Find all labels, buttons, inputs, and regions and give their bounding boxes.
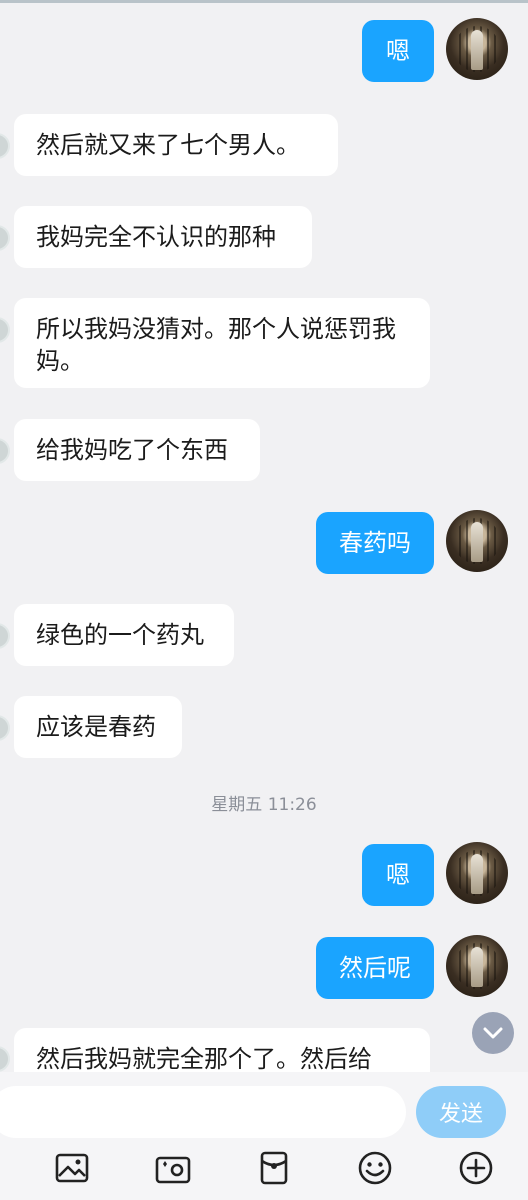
red-packet-icon[interactable] <box>256 1150 292 1186</box>
contact-avatar[interactable] <box>0 225 10 251</box>
message-bubble-incoming[interactable]: 然后我妈就完全那个了。然后给 <box>14 1028 430 1072</box>
send-button[interactable]: 发送 <box>416 1086 506 1138</box>
message-input[interactable] <box>0 1086 406 1138</box>
message-bubble-incoming[interactable]: 我妈完全不认识的那种 <box>14 206 312 268</box>
contact-avatar[interactable] <box>0 133 10 159</box>
message-bubble-outgoing[interactable]: 嗯 <box>362 20 434 82</box>
message-timestamp: 星期五 11:26 <box>211 795 317 815</box>
contact-avatar[interactable] <box>0 438 10 464</box>
my-avatar[interactable] <box>446 935 508 997</box>
message-bubble-incoming[interactable]: 绿色的一个药丸 <box>14 604 234 666</box>
scroll-to-bottom-button[interactable] <box>472 1012 514 1054</box>
message-bubble-incoming[interactable]: 然后就又来了七个男人。 <box>14 114 338 176</box>
contact-avatar[interactable] <box>0 623 10 649</box>
my-avatar[interactable] <box>446 842 508 904</box>
chevron-down-icon <box>483 1027 503 1039</box>
message-bubble-outgoing[interactable]: 然后呢 <box>316 937 434 999</box>
message-bubble-incoming[interactable]: 应该是春药 <box>14 696 182 758</box>
message-bubble-incoming[interactable]: 所以我妈没猜对。那个人说惩罚我妈。 <box>14 298 430 388</box>
my-avatar[interactable] <box>446 18 508 80</box>
contact-avatar[interactable] <box>0 317 10 343</box>
camera-icon[interactable] <box>155 1150 191 1186</box>
message-bubble-outgoing[interactable]: 春药吗 <box>316 512 434 574</box>
message-bubble-outgoing[interactable]: 嗯 <box>362 844 434 906</box>
plus-icon[interactable] <box>458 1150 494 1186</box>
image-icon[interactable] <box>54 1150 90 1186</box>
message-bubble-incoming[interactable]: 给我妈吃了个东西 <box>14 419 260 481</box>
chat-area[interactable]: 嗯 然后就又来了七个男人。 我妈完全不认识的那种 所以我妈没猜对。那个人说惩罚我… <box>0 0 528 1072</box>
contact-avatar[interactable] <box>0 715 10 741</box>
my-avatar[interactable] <box>446 510 508 572</box>
emoji-icon[interactable] <box>357 1150 393 1186</box>
contact-avatar[interactable] <box>0 1046 10 1072</box>
